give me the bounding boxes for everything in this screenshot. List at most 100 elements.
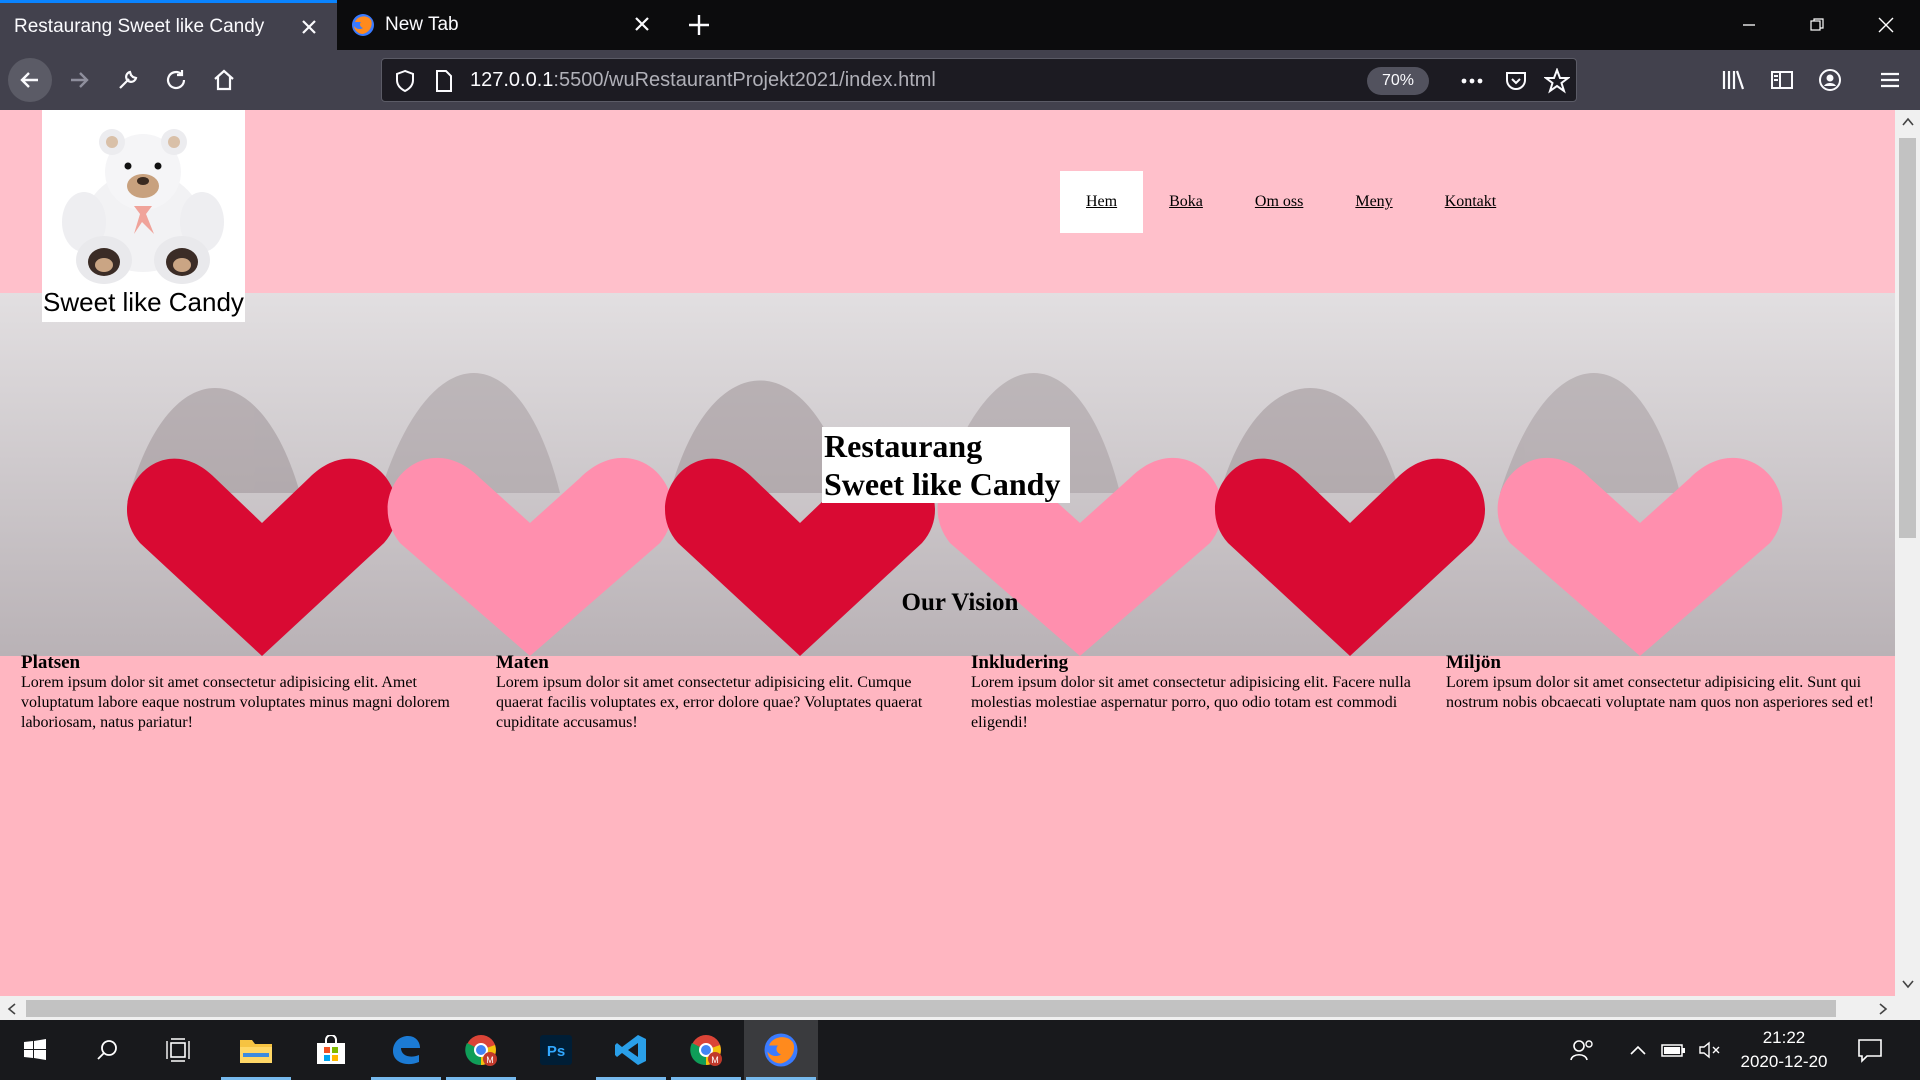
nav-link-kontakt[interactable]: Kontakt bbox=[1419, 171, 1523, 233]
folder-icon bbox=[240, 1040, 272, 1063]
new-tab-plus-icon[interactable] bbox=[684, 10, 714, 40]
task-view-button[interactable] bbox=[144, 1020, 214, 1080]
back-button[interactable] bbox=[8, 58, 52, 102]
notification-icon bbox=[1858, 1039, 1882, 1063]
wrench-icon bbox=[119, 70, 138, 89]
scroll-up-icon[interactable] bbox=[1901, 116, 1915, 128]
vertical-scrollbar[interactable] bbox=[1895, 110, 1920, 996]
clock-date: 2020-12-20 bbox=[1740, 1052, 1828, 1071]
start-button[interactable] bbox=[0, 1020, 70, 1080]
nav-link-boka[interactable]: Boka bbox=[1143, 171, 1229, 233]
scroll-down-icon[interactable] bbox=[1901, 978, 1915, 990]
tab-label: New Tab bbox=[385, 14, 459, 35]
hero-title-line1: Restaurang bbox=[824, 428, 983, 464]
photoshop-taskbar[interactable]: Ps bbox=[519, 1020, 593, 1080]
edge-icon bbox=[393, 1036, 420, 1065]
search-icon bbox=[97, 1040, 117, 1060]
scroll-left-icon[interactable] bbox=[6, 1002, 18, 1016]
sidebar-button[interactable] bbox=[1760, 58, 1804, 102]
url-path: :5500/wuRestaurantProjekt2021/index.html bbox=[553, 69, 936, 91]
column-title: Platsen bbox=[21, 652, 81, 673]
restore-button[interactable] bbox=[1782, 0, 1852, 50]
firefox-taskbar[interactable] bbox=[744, 1020, 818, 1080]
url-text[interactable]: 127.0.0.1:5500/wuRestaurantProjekt2021/i… bbox=[470, 69, 936, 92]
firefox-icon bbox=[764, 1033, 798, 1067]
vision-column-platsen: Platsen Lorem ipsum dolor sit amet conse… bbox=[21, 652, 481, 733]
store-taskbar[interactable] bbox=[294, 1020, 368, 1080]
nav-link-meny[interactable]: Meny bbox=[1329, 171, 1418, 233]
vertical-scroll-thumb[interactable] bbox=[1899, 138, 1916, 538]
sidebar-icon bbox=[1771, 71, 1793, 89]
volume-button[interactable] bbox=[1692, 1020, 1728, 1080]
hamburger-menu-icon bbox=[1881, 72, 1899, 88]
shield-icon[interactable] bbox=[394, 69, 416, 93]
chrome-icon: M bbox=[465, 1035, 497, 1066]
account-icon bbox=[1819, 69, 1841, 91]
file-explorer-taskbar[interactable] bbox=[219, 1020, 293, 1080]
account-button[interactable] bbox=[1808, 58, 1852, 102]
close-window-button[interactable] bbox=[1851, 0, 1920, 50]
vscode-taskbar[interactable] bbox=[594, 1020, 668, 1080]
tab-restaurang[interactable]: Restaurang Sweet like Candy bbox=[0, 0, 337, 50]
windows-logo-icon bbox=[24, 1039, 46, 1060]
windows-taskbar: M Ps M 21:22 2020-12-20 bbox=[0, 1020, 1920, 1080]
nav-link-om-oss[interactable]: Om oss bbox=[1229, 171, 1329, 233]
chevron-up-icon bbox=[1630, 1045, 1646, 1055]
menu-button[interactable] bbox=[1868, 58, 1912, 102]
reload-button[interactable] bbox=[154, 58, 198, 102]
search-button[interactable] bbox=[72, 1020, 142, 1080]
column-text: Lorem ipsum dolor sit amet consectetur a… bbox=[971, 674, 1411, 731]
horizontal-scrollbar[interactable] bbox=[0, 996, 1895, 1020]
column-text: Lorem ipsum dolor sit amet consectetur a… bbox=[496, 674, 923, 731]
battery-button[interactable] bbox=[1656, 1020, 1692, 1080]
teddy-bear-icon bbox=[62, 129, 224, 284]
edge-taskbar[interactable] bbox=[369, 1020, 443, 1080]
column-text: Lorem ipsum dolor sit amet consectetur a… bbox=[21, 674, 450, 731]
close-icon bbox=[1878, 17, 1894, 33]
scroll-right-icon[interactable] bbox=[1877, 1002, 1889, 1016]
forward-button[interactable] bbox=[57, 58, 101, 102]
close-tab-icon[interactable] bbox=[297, 15, 321, 39]
nav-link-hem[interactable]: Hem bbox=[1060, 171, 1144, 233]
column-title: Inkludering bbox=[971, 652, 1069, 673]
firefox-icon bbox=[352, 14, 374, 36]
address-bar[interactable]: 127.0.0.1:5500/wuRestaurantProjekt2021/i… bbox=[381, 58, 1577, 102]
horizontal-scroll-thumb[interactable] bbox=[26, 1000, 1836, 1017]
hero-title-line2: Sweet like Candy bbox=[824, 466, 1061, 502]
pocket-icon[interactable] bbox=[1504, 69, 1528, 93]
close-tab-icon[interactable] bbox=[630, 12, 654, 36]
chrome-profile-taskbar[interactable]: M bbox=[669, 1020, 743, 1080]
show-hidden-icons-button[interactable] bbox=[1620, 1020, 1656, 1080]
clock[interactable]: 21:22 2020-12-20 bbox=[1730, 1026, 1838, 1074]
library-icon bbox=[1722, 70, 1745, 90]
people-icon bbox=[1570, 1040, 1593, 1061]
minimize-icon bbox=[1743, 24, 1755, 26]
task-view-icon bbox=[166, 1038, 190, 1062]
svg-text:M: M bbox=[711, 1055, 719, 1065]
tools-button[interactable] bbox=[106, 58, 150, 102]
bookmark-star-icon[interactable] bbox=[1544, 68, 1570, 94]
more-actions-icon[interactable] bbox=[1458, 69, 1486, 93]
minimize-button[interactable] bbox=[1714, 0, 1784, 50]
people-button[interactable] bbox=[1546, 1020, 1618, 1080]
back-arrow-icon bbox=[20, 72, 38, 88]
column-text: Lorem ipsum dolor sit amet consectetur a… bbox=[1446, 674, 1874, 711]
chrome-taskbar[interactable]: M bbox=[444, 1020, 518, 1080]
site-nav: Hem Boka Om oss Meny Kontakt bbox=[1060, 171, 1522, 233]
tab-label: Restaurang Sweet like Candy bbox=[14, 15, 265, 37]
tab-new-tab[interactable]: New Tab bbox=[337, 0, 670, 50]
reload-icon bbox=[166, 70, 186, 90]
site-header: Sweet like Candy Hem Boka Om oss Meny Ko… bbox=[0, 110, 1895, 322]
vision-heading: Our Vision bbox=[901, 589, 1019, 616]
page-icon[interactable] bbox=[434, 69, 454, 93]
library-button[interactable] bbox=[1712, 58, 1756, 102]
tab-strip: Restaurang Sweet like Candy New Tab bbox=[0, 0, 1920, 50]
site-logo[interactable]: Sweet like Candy bbox=[42, 110, 245, 322]
store-bag-icon bbox=[317, 1035, 345, 1064]
column-title: Miljön bbox=[1446, 652, 1501, 673]
home-button[interactable] bbox=[202, 58, 246, 102]
vision-column-inkludering: Inkludering Lorem ipsum dolor sit amet c… bbox=[971, 652, 1431, 733]
restore-icon bbox=[1810, 18, 1824, 31]
zoom-indicator[interactable]: 70% bbox=[1367, 67, 1429, 95]
action-center-button[interactable] bbox=[1840, 1020, 1900, 1080]
